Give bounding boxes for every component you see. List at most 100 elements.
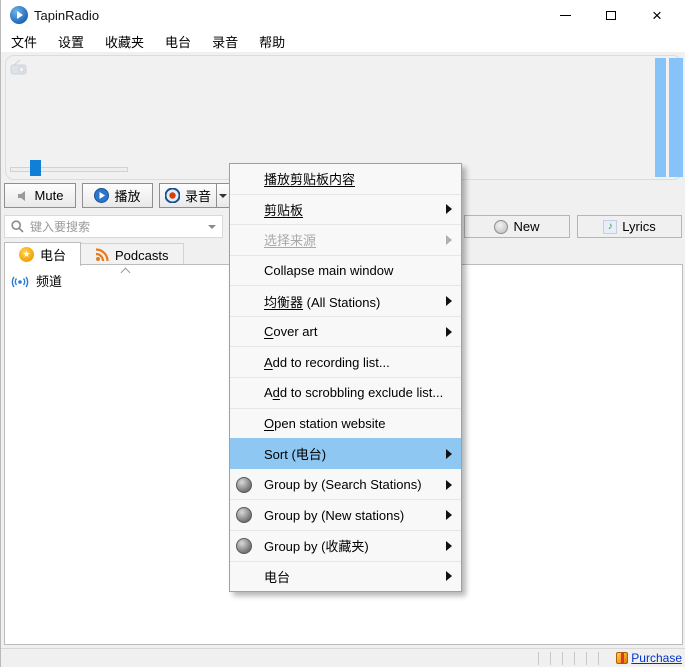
context-menu-item-10[interactable]: Group by (Search Stations) <box>230 469 461 500</box>
context-menu-item-12[interactable]: Group by (收藏夹) <box>230 530 461 561</box>
lyrics-button-label: Lyrics <box>622 219 655 234</box>
statusbar-separator <box>598 652 599 665</box>
record-icon <box>165 188 180 203</box>
tab-podcasts-label: Podcasts <box>115 248 168 263</box>
close-icon: × <box>652 7 662 24</box>
context-menu-item-5[interactable]: Cover art <box>230 316 461 347</box>
search-icon <box>11 220 24 233</box>
menubar-item-3[interactable]: 电台 <box>157 30 199 53</box>
tab-stations[interactable]: ★ 电台 <box>4 242 81 266</box>
submenu-arrow-icon <box>446 571 452 581</box>
submenu-arrow-icon <box>446 510 452 520</box>
minimize-button[interactable] <box>542 0 588 30</box>
context-menu-item-label: Cover art <box>264 324 317 339</box>
close-button[interactable]: × <box>634 0 680 30</box>
sphere-icon <box>236 538 252 554</box>
play-button-label: 播放 <box>114 186 140 205</box>
statusbar-separator <box>538 652 539 665</box>
context-menu-item-1[interactable]: 剪贴板 <box>230 194 461 225</box>
music-note-icon: ♪ <box>603 220 617 234</box>
context-menu-item-0[interactable]: 播放剪贴板内容 <box>230 164 461 194</box>
statusbar-separator <box>550 652 551 665</box>
context-menu-item-2: 选择来源 <box>230 224 461 255</box>
context-menu-item-label: Sort (电台) <box>264 444 326 463</box>
title-bar: TapinRadio × <box>1 0 685 30</box>
star-badge-icon: ★ <box>19 247 34 262</box>
player-panel <box>5 55 682 180</box>
mute-button-label: Mute <box>35 188 64 203</box>
volume-slider-thumb[interactable] <box>30 160 41 176</box>
record-button-label: 录音 <box>185 186 211 205</box>
statusbar-separator <box>586 652 587 665</box>
radio-ghost-icon <box>10 59 27 76</box>
menubar-item-1[interactable]: 设置 <box>50 30 92 53</box>
context-menu-item-label: 剪贴板 <box>264 200 303 219</box>
record-dropdown-button[interactable] <box>216 183 230 208</box>
play-button[interactable]: 播放 <box>82 183 153 208</box>
menubar-item-4[interactable]: 录音 <box>204 30 246 53</box>
rss-icon <box>95 248 109 262</box>
status-bar: Purchase <box>1 648 685 667</box>
window-title: TapinRadio <box>34 8 99 23</box>
context-menu-item-label: Open station website <box>264 416 385 431</box>
purchase-area[interactable]: Purchase <box>616 651 682 665</box>
context-menu-item-8[interactable]: Open station website <box>230 408 461 439</box>
context-menu-item-label: 电台 <box>264 567 290 586</box>
speaker-muted-icon <box>17 190 30 202</box>
submenu-arrow-icon <box>446 296 452 306</box>
context-menu-item-label: Collapse main window <box>264 263 393 278</box>
tree-item-channels-label: 频道 <box>36 271 62 290</box>
tree-item-channels[interactable]: 频道 <box>11 271 62 290</box>
context-menu-item-label: Add to recording list... <box>264 355 390 370</box>
new-button[interactable]: New <box>464 215 570 238</box>
context-menu-item-4[interactable]: 均衡器 (All Stations) <box>230 285 461 316</box>
search-input[interactable] <box>30 220 202 234</box>
submenu-arrow-icon <box>446 541 452 551</box>
submenu-arrow-icon <box>446 480 452 490</box>
context-menu-item-3[interactable]: Collapse main window <box>230 255 461 286</box>
purchase-gift-icon <box>616 652 628 664</box>
mute-button[interactable]: Mute <box>4 183 76 208</box>
purchase-link[interactable]: Purchase <box>631 651 682 665</box>
lyrics-button[interactable]: ♪ Lyrics <box>577 215 682 238</box>
record-button[interactable]: 录音 <box>159 183 216 208</box>
menubar-item-0[interactable]: 文件 <box>3 30 45 53</box>
app-play-icon <box>10 6 28 24</box>
tab-stations-label: 电台 <box>40 245 66 264</box>
tab-podcasts[interactable]: Podcasts <box>81 243 183 266</box>
vu-meter-bar-right <box>669 58 683 177</box>
submenu-arrow-icon <box>446 235 452 245</box>
context-menu-item-label: Group by (New stations) <box>264 508 404 523</box>
context-menu-item-9[interactable]: Sort (电台) <box>230 438 461 469</box>
minimize-icon <box>560 15 571 16</box>
submenu-arrow-icon <box>446 449 452 459</box>
volume-slider-track[interactable] <box>10 167 128 172</box>
tab-strip: ★ 电台 Podcasts <box>4 242 184 265</box>
context-menu-item-13[interactable]: 电台 <box>230 561 461 592</box>
context-menu-item-label: Group by (Search Stations) <box>264 477 422 492</box>
sphere-icon <box>236 477 252 493</box>
context-menu-item-label: 选择来源 <box>264 230 316 249</box>
statusbar-separator <box>562 652 563 665</box>
context-menu: 播放剪贴板内容剪贴板选择来源 Collapse main window 均衡器 (A… <box>229 163 462 592</box>
submenu-arrow-icon <box>446 327 452 337</box>
context-menu-item-11[interactable]: Group by (New stations) <box>230 499 461 530</box>
new-button-label: New <box>513 219 539 234</box>
maximize-icon <box>606 11 616 20</box>
maximize-button[interactable] <box>588 0 634 30</box>
broadcast-icon <box>11 274 29 288</box>
context-menu-item-7[interactable]: Add to scrobbling exclude list... <box>230 377 461 408</box>
context-menu-item-label: Add to scrobbling exclude list... <box>264 385 443 400</box>
search-dropdown-icon[interactable] <box>208 225 216 229</box>
statusbar-separator <box>574 652 575 665</box>
sphere-icon <box>236 507 252 523</box>
chevron-down-icon <box>219 194 227 198</box>
context-menu-item-label: 均衡器 (All Stations) <box>264 292 380 311</box>
context-menu-item-6[interactable]: Add to recording list... <box>230 346 461 377</box>
menubar-item-2[interactable]: 收藏夹 <box>97 30 152 53</box>
submenu-arrow-icon <box>446 204 452 214</box>
play-icon <box>94 188 109 203</box>
new-icon <box>494 220 508 234</box>
scroll-up-caret-icon[interactable] <box>122 267 130 275</box>
menubar-item-5[interactable]: 帮助 <box>251 30 293 53</box>
